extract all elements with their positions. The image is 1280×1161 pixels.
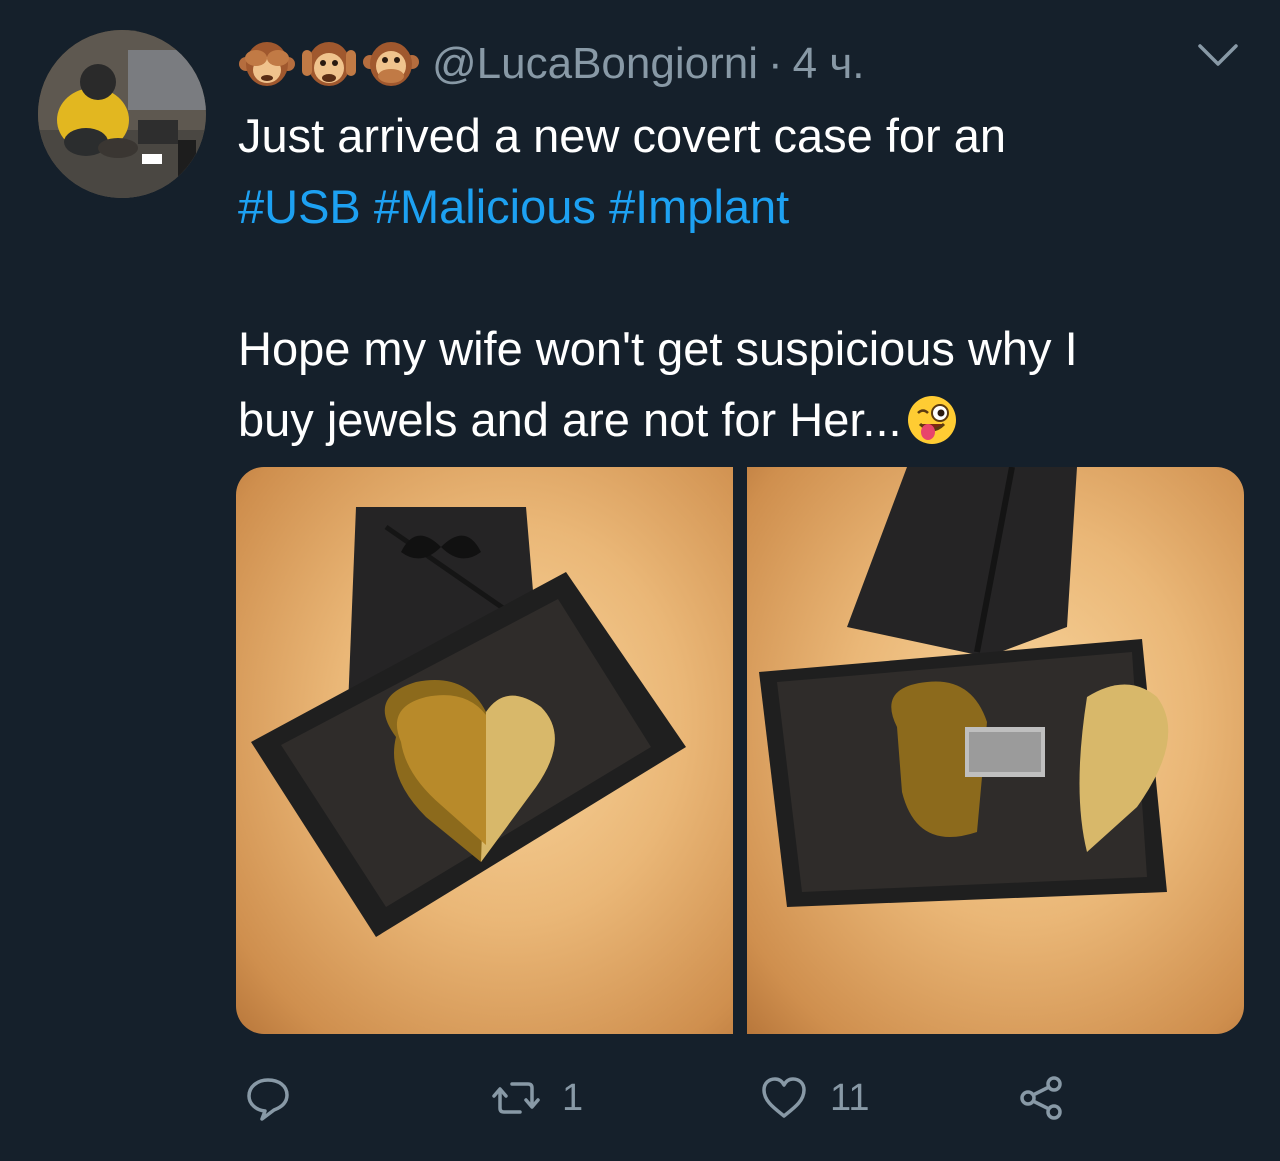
tweet-text-line-last: buy jewels and are not for Her... — [238, 384, 1248, 455]
speak-no-evil-monkey-icon — [363, 42, 419, 86]
author-handle[interactable]: @LucaBongiorni — [432, 39, 758, 89]
tweet-text: Just arrived a new covert case for an #U… — [238, 100, 1248, 455]
share-icon — [1020, 1076, 1062, 1120]
share-button[interactable] — [1018, 1068, 1066, 1128]
winking-face-with-tongue-icon — [907, 396, 956, 444]
tweet-text-fragment: buy jewels and are not for Her... — [238, 393, 902, 446]
hashtag-line: #USB #Malicious #Implant — [238, 171, 1248, 242]
separator: · — [767, 39, 783, 88]
reply-icon — [247, 1078, 289, 1121]
hashtag-malicious[interactable]: #Malicious — [374, 180, 596, 233]
tweet-actions: 1 11 — [0, 1068, 1280, 1128]
chevron-down-icon[interactable] — [1196, 40, 1240, 70]
tweet-text-line: Hope my wife won't get suspicious why I — [238, 322, 1078, 375]
like-count: 11 — [830, 1076, 870, 1119]
author-emojis — [238, 36, 420, 92]
retweet-button[interactable]: 1 — [492, 1068, 583, 1128]
photo-2[interactable] — [747, 467, 1244, 1034]
like-button[interactable]: 11 — [760, 1068, 869, 1128]
reply-button[interactable] — [244, 1068, 314, 1128]
photo-1[interactable] — [236, 467, 733, 1034]
hashtag-usb[interactable]: #USB — [238, 180, 361, 233]
timestamp[interactable]: 4 ч. — [793, 39, 865, 89]
retweet-count: 1 — [562, 1076, 584, 1119]
hear-no-evil-monkey-icon — [302, 42, 356, 86]
tweet: @LucaBongiorni · 4 ч. Just arrived a new… — [0, 0, 1280, 1161]
heart-icon — [762, 1077, 806, 1118]
avatar[interactable] — [38, 30, 206, 198]
see-no-evil-monkey-icon — [239, 42, 295, 86]
tweet-text-line: Just arrived a new covert case for an — [238, 109, 1007, 162]
retweet-icon — [492, 1082, 540, 1114]
media-grid — [236, 467, 1244, 1034]
tweet-header: @LucaBongiorni · 4 ч. — [238, 34, 864, 94]
hashtag-implant[interactable]: #Implant — [609, 180, 789, 233]
